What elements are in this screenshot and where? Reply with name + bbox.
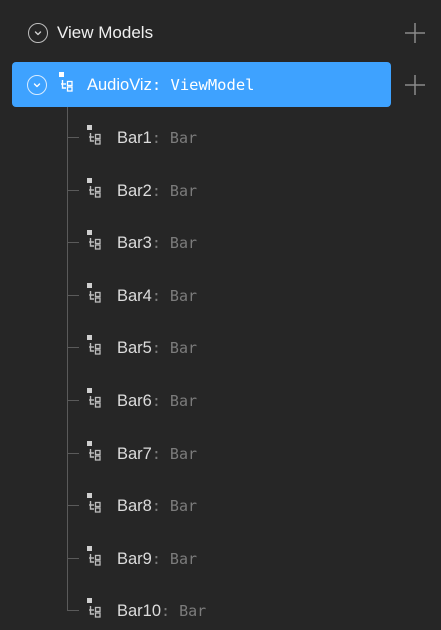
tree-branch	[67, 294, 79, 296]
view-model-row-audioviz[interactable]: AudioViz: ViewModel	[12, 62, 391, 107]
list-item[interactable]: Bar9: Bar	[0, 538, 441, 578]
view-model-label: AudioViz: ViewModel	[87, 76, 255, 94]
list-item[interactable]: Bar1: Bar	[0, 117, 441, 157]
chevron-down-icon[interactable]	[27, 75, 47, 95]
list-item-label: Bar4: Bar	[117, 286, 198, 305]
viewmodel-icon	[87, 282, 105, 305]
list-item-label: Bar10: Bar	[117, 602, 207, 621]
viewmodel-icon	[87, 493, 105, 515]
list-item-label: Bar1: Bar	[117, 129, 198, 147]
list-item[interactable]: Bar4: Bar	[0, 275, 441, 315]
list-item-label: Bar6: Bar	[117, 392, 198, 410]
plus-icon	[405, 75, 425, 95]
tree-branch	[67, 347, 79, 349]
viewmodel-icon	[59, 72, 77, 94]
viewmodel-icon	[87, 230, 105, 252]
viewmodel-icon	[87, 598, 105, 620]
list-item[interactable]: Bar5: Bar	[0, 327, 441, 367]
viewmodel-icon	[87, 440, 105, 463]
tree-branch	[67, 452, 79, 454]
add-property-button[interactable]	[404, 74, 426, 96]
list-item[interactable]: Bar6: Bar	[0, 380, 441, 420]
chevron-down-icon[interactable]	[28, 23, 48, 43]
tree-branch	[67, 505, 79, 507]
viewmodel-icon	[87, 177, 105, 200]
plus-icon	[405, 23, 425, 43]
list-item-label: Bar2: Bar	[117, 181, 198, 200]
tree-branch	[67, 400, 79, 401]
viewmodel-icon	[87, 335, 105, 357]
list-item-label: Bar9: Bar	[117, 549, 198, 568]
section-title: View Models	[57, 23, 154, 42]
tree-branch	[67, 610, 79, 612]
list-item[interactable]: Bar8: Bar	[0, 485, 441, 525]
tree-branch	[67, 557, 79, 559]
viewmodel-icon	[87, 388, 105, 410]
viewmodel-icon	[87, 545, 105, 568]
list-item[interactable]: Bar2: Bar	[0, 170, 441, 210]
viewmodel-icon	[87, 125, 105, 147]
list-item-label: Bar3: Bar	[117, 234, 198, 253]
list-item[interactable]: Bar7: Bar	[0, 433, 441, 473]
tree-branch	[67, 189, 79, 191]
view-models-header[interactable]: View Models	[0, 18, 441, 48]
add-view-model-button[interactable]	[404, 22, 426, 44]
list-item-label: Bar8: Bar	[117, 497, 198, 516]
list-item-label: Bar5: Bar	[117, 339, 198, 358]
list-item[interactable]: Bar3: Bar	[0, 222, 441, 262]
tree-branch	[67, 242, 79, 244]
tree-branch	[67, 137, 79, 138]
list-item[interactable]: Bar10: Bar	[0, 590, 441, 630]
list-item-label: Bar7: Bar	[117, 444, 198, 463]
